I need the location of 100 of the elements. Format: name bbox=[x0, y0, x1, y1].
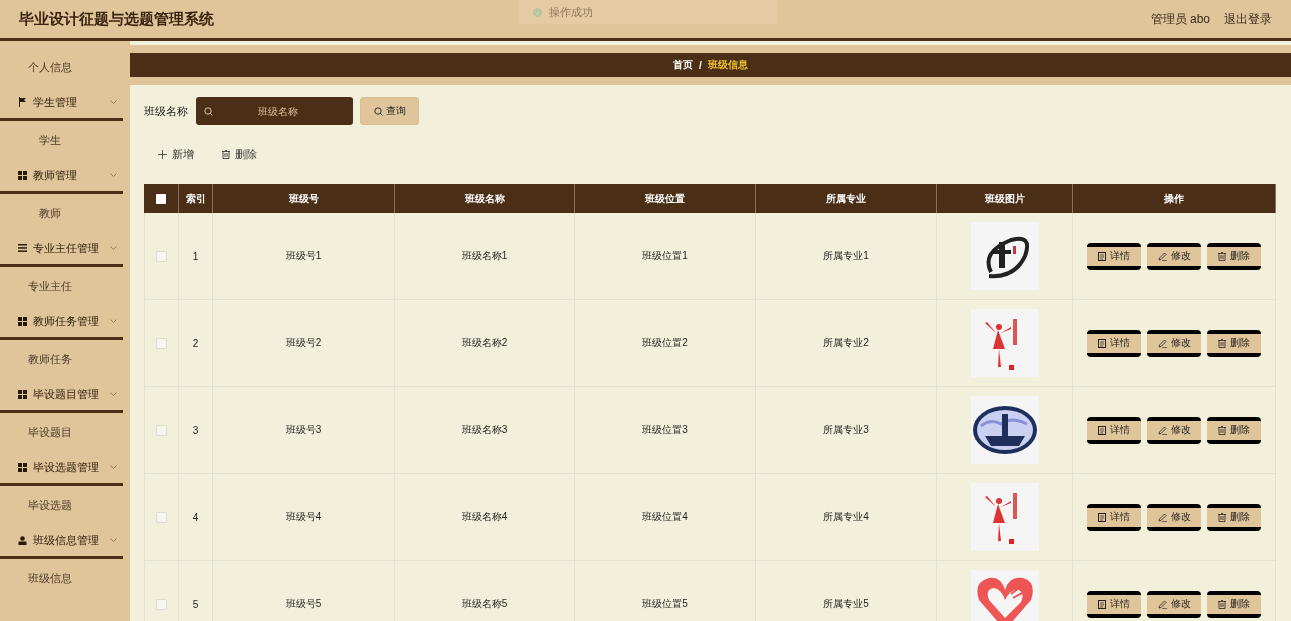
menu-group[interactable]: 班级信息管理 bbox=[0, 524, 123, 559]
table-cell: 班级号3 bbox=[285, 423, 322, 437]
table-cell: 2 bbox=[192, 337, 199, 349]
detail-button[interactable]: 详情 bbox=[1087, 590, 1141, 618]
grid-icon bbox=[18, 462, 27, 472]
detail-button[interactable]: 详情 bbox=[1087, 329, 1141, 357]
person-icon bbox=[18, 535, 27, 545]
table-cell: 班级名称3 bbox=[461, 423, 508, 437]
row-checkbox[interactable] bbox=[156, 424, 167, 436]
table-cell: 所属专业3 bbox=[823, 423, 869, 437]
column-header: 班级图片 bbox=[937, 184, 1073, 213]
check-circle-icon bbox=[533, 7, 542, 17]
row-checkbox[interactable] bbox=[156, 337, 167, 349]
submenu-item[interactable]: 毕设题目 bbox=[0, 413, 100, 451]
column-header: 班级号 bbox=[213, 184, 395, 213]
delete-button[interactable]: 删除 bbox=[1207, 590, 1261, 618]
menu-group[interactable]: 学生管理 bbox=[0, 86, 123, 121]
table-cell: 班级号1 bbox=[285, 249, 322, 263]
flag-icon bbox=[18, 97, 27, 107]
table-cell: 所属专业1 bbox=[823, 249, 869, 263]
menu-group[interactable]: 专业主任管理 bbox=[0, 232, 123, 267]
grid-icon bbox=[18, 170, 27, 180]
document-icon bbox=[1098, 512, 1106, 522]
menu-group[interactable]: 教师任务管理 bbox=[0, 305, 123, 340]
menu-group[interactable]: 教师管理 bbox=[0, 159, 123, 194]
chevron-down-icon bbox=[110, 100, 117, 104]
chevron-down-icon bbox=[110, 173, 117, 177]
pencil-icon bbox=[1157, 512, 1167, 522]
pencil-icon bbox=[1157, 599, 1167, 609]
breadcrumb-separator: / bbox=[699, 59, 702, 71]
chevron-down-icon bbox=[110, 465, 117, 469]
list-icon bbox=[18, 244, 27, 252]
document-icon bbox=[1098, 599, 1106, 609]
submenu-item[interactable]: 班级信息 bbox=[0, 559, 100, 597]
row-checkbox[interactable] bbox=[156, 250, 167, 262]
table-cell: 3 bbox=[192, 424, 199, 436]
breadcrumb-link[interactable]: 班级信息 bbox=[707, 58, 748, 72]
toast-message: 操作成功 bbox=[549, 4, 593, 20]
table-cell: 班级位置4 bbox=[642, 510, 688, 524]
edit-button[interactable]: 修改 bbox=[1147, 242, 1201, 270]
pencil-icon bbox=[1157, 425, 1167, 435]
app-title: 毕业设计征题与选题管理系统 bbox=[19, 9, 214, 29]
user-name: 管理员 abo bbox=[1150, 10, 1210, 28]
grid-icon bbox=[18, 389, 27, 399]
grid-icon bbox=[18, 316, 27, 326]
column-header: 索引 bbox=[179, 184, 213, 213]
trash-icon bbox=[1218, 599, 1226, 609]
table-cell: 班级名称2 bbox=[461, 336, 508, 350]
search-field[interactable]: 班级名称 bbox=[196, 97, 353, 125]
select-all-checkbox[interactable] bbox=[156, 193, 166, 204]
menu-group[interactable]: 毕设题目管理 bbox=[0, 378, 123, 413]
search-icon bbox=[204, 107, 213, 116]
table-cell: 1 bbox=[192, 250, 199, 262]
detail-button[interactable]: 详情 bbox=[1087, 503, 1141, 531]
query-button[interactable]: 查询 bbox=[360, 97, 419, 125]
submenu-item[interactable]: 教师 bbox=[0, 194, 100, 232]
table-cell: 班级名称4 bbox=[461, 510, 508, 524]
chevron-down-icon bbox=[110, 319, 117, 323]
edit-button[interactable]: 修改 bbox=[1147, 590, 1201, 618]
trash-icon bbox=[222, 149, 230, 159]
edit-button[interactable]: 修改 bbox=[1147, 416, 1201, 444]
menu-group[interactable]: 毕设选题管理 bbox=[0, 451, 123, 486]
submenu-item[interactable]: 学生 bbox=[0, 121, 100, 159]
trash-icon bbox=[1218, 251, 1226, 261]
table-cell: 4 bbox=[192, 511, 199, 523]
menu-item[interactable]: 个人信息 bbox=[0, 48, 100, 86]
delete-button[interactable]: 删除 bbox=[1207, 329, 1261, 357]
breadcrumb-link[interactable]: 首页 bbox=[673, 58, 694, 72]
detail-button[interactable]: 详情 bbox=[1087, 416, 1141, 444]
submenu-item[interactable]: 专业主任 bbox=[0, 267, 100, 305]
column-header: 操作 bbox=[1073, 184, 1276, 213]
row-checkbox[interactable] bbox=[156, 511, 167, 523]
detail-button[interactable]: 详情 bbox=[1087, 242, 1141, 270]
add-button[interactable]: 新增 bbox=[158, 146, 194, 162]
logout-link[interactable]: 退出登录 bbox=[1224, 10, 1272, 28]
column-header: 所属专业 bbox=[756, 184, 937, 213]
submenu-item[interactable]: 教师任务 bbox=[0, 340, 100, 378]
search-label: 班级名称 bbox=[144, 103, 188, 119]
table-cell: 班级位置3 bbox=[642, 423, 688, 437]
trash-icon bbox=[1218, 338, 1226, 348]
chevron-down-icon bbox=[110, 246, 117, 250]
plus-icon bbox=[158, 149, 167, 159]
submenu-item[interactable]: 毕设选题 bbox=[0, 486, 100, 524]
delete-button[interactable]: 删除 bbox=[1207, 242, 1261, 270]
edit-button[interactable]: 修改 bbox=[1147, 329, 1201, 357]
delete-button[interactable]: 删除 bbox=[1207, 416, 1261, 444]
pencil-icon bbox=[1157, 251, 1167, 261]
edit-button[interactable]: 修改 bbox=[1147, 503, 1201, 531]
chevron-down-icon bbox=[110, 538, 117, 542]
table-cell: 班级名称1 bbox=[461, 249, 508, 263]
table-cell: 5 bbox=[192, 598, 199, 610]
table-cell: 班级位置5 bbox=[642, 597, 688, 611]
table-cell: 班级名称5 bbox=[461, 597, 508, 611]
delete-button[interactable]: 删除 bbox=[222, 146, 257, 162]
table-cell: 所属专业4 bbox=[823, 510, 869, 524]
table-cell: 班级位置1 bbox=[642, 249, 688, 263]
delete-button[interactable]: 删除 bbox=[1207, 503, 1261, 531]
table-cell: 所属专业5 bbox=[823, 597, 869, 611]
document-icon bbox=[1098, 251, 1106, 261]
row-checkbox[interactable] bbox=[156, 598, 167, 610]
